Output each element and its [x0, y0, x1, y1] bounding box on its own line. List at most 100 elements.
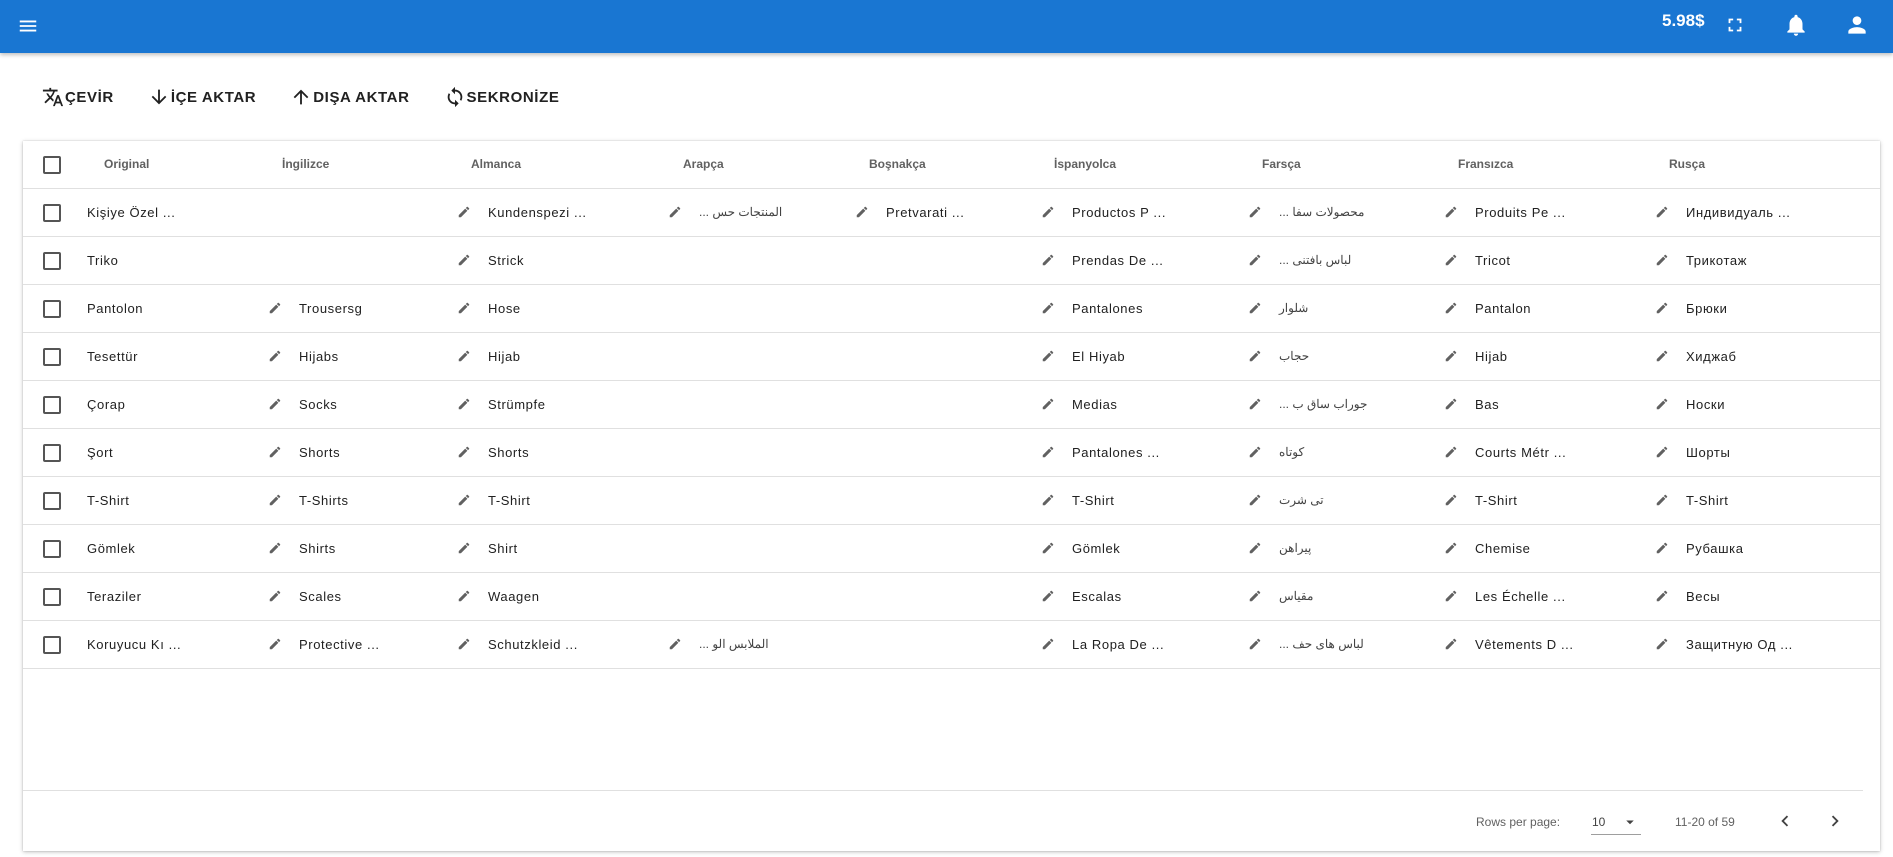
row-checkbox[interactable] [43, 444, 61, 462]
edit-persian-icon[interactable] [1247, 204, 1263, 220]
edit-english-icon[interactable] [267, 300, 283, 316]
edit-spanish-icon[interactable] [1040, 540, 1056, 556]
edit-german-icon[interactable] [456, 492, 472, 508]
edit-persian-icon[interactable] [1247, 540, 1263, 556]
edit-french-icon[interactable] [1443, 492, 1459, 508]
edit-persian-icon[interactable] [1247, 300, 1263, 316]
edit-persian-icon[interactable] [1247, 396, 1263, 412]
edit-persian-icon[interactable] [1247, 636, 1263, 652]
column-header-persian[interactable]: Farsça [1262, 157, 1301, 171]
previous-page-button[interactable] [1771, 807, 1799, 835]
edit-russian-icon[interactable] [1654, 588, 1670, 604]
row-checkbox[interactable] [43, 252, 61, 270]
edit-arabic-icon[interactable] [667, 204, 683, 220]
column-header-english[interactable]: İngilizce [282, 157, 329, 171]
edit-french-icon[interactable] [1443, 204, 1459, 220]
edit-english-icon[interactable] [267, 444, 283, 460]
row-checkbox[interactable] [43, 300, 61, 318]
edit-german-icon[interactable] [456, 348, 472, 364]
export-button[interactable]: DIŞA AKTAR [290, 84, 409, 110]
row-checkbox[interactable] [43, 636, 61, 654]
edit-english-icon[interactable] [267, 636, 283, 652]
edit-german-icon[interactable] [456, 300, 472, 316]
column-header-bosnian[interactable]: Boşnakça [869, 157, 926, 171]
row-checkbox[interactable] [43, 396, 61, 414]
import-button-label: İÇE AKTAR [170, 88, 257, 106]
edit-english-icon[interactable] [267, 396, 283, 412]
cell-english: Trousersg [299, 301, 363, 316]
column-header-french[interactable]: Fransızca [1458, 157, 1513, 171]
edit-russian-icon[interactable] [1654, 396, 1670, 412]
edit-spanish-icon[interactable] [1040, 492, 1056, 508]
translate-button[interactable]: ÇEVİR [42, 84, 114, 110]
edit-spanish-icon[interactable] [1040, 588, 1056, 604]
row-checkbox[interactable] [43, 492, 61, 510]
edit-russian-icon[interactable] [1654, 204, 1670, 220]
rows-per-page-select[interactable]: 10 [1591, 807, 1641, 835]
edit-french-icon[interactable] [1443, 540, 1459, 556]
edit-spanish-icon[interactable] [1040, 636, 1056, 652]
import-button[interactable]: İÇE AKTAR [148, 84, 256, 110]
edit-german-icon[interactable] [456, 252, 472, 268]
edit-german-icon[interactable] [456, 588, 472, 604]
edit-spanish-icon[interactable] [1040, 396, 1056, 412]
cell-english: T-Shirts [299, 493, 349, 508]
column-header-russian[interactable]: Rusça [1669, 157, 1705, 171]
edit-persian-icon[interactable] [1247, 444, 1263, 460]
edit-french-icon[interactable] [1443, 300, 1459, 316]
edit-russian-icon[interactable] [1654, 348, 1670, 364]
cell-english: Shirts [299, 541, 336, 556]
edit-russian-icon[interactable] [1654, 492, 1670, 508]
edit-russian-icon[interactable] [1654, 540, 1670, 556]
rows-per-page-value: 10 [1592, 815, 1606, 829]
edit-persian-icon[interactable] [1247, 252, 1263, 268]
select-all-checkbox[interactable] [43, 156, 61, 174]
edit-german-icon[interactable] [456, 204, 472, 220]
column-header-spanish[interactable]: İspanyolca [1054, 157, 1116, 171]
edit-german-icon[interactable] [456, 396, 472, 412]
edit-persian-icon[interactable] [1247, 348, 1263, 364]
edit-french-icon[interactable] [1443, 252, 1459, 268]
edit-german-icon[interactable] [456, 636, 472, 652]
column-header-original[interactable]: Original [104, 157, 149, 171]
edit-russian-icon[interactable] [1654, 300, 1670, 316]
row-checkbox[interactable] [43, 588, 61, 606]
table-row: Koruyucu Kı ... Protective ... Schutzkleid… [23, 621, 1880, 669]
edit-persian-icon[interactable] [1247, 588, 1263, 604]
edit-english-icon[interactable] [267, 348, 283, 364]
edit-french-icon[interactable] [1443, 348, 1459, 364]
edit-russian-icon[interactable] [1654, 444, 1670, 460]
fullscreen-icon[interactable] [1718, 8, 1752, 42]
edit-spanish-icon[interactable] [1040, 204, 1056, 220]
edit-german-icon[interactable] [456, 444, 472, 460]
edit-spanish-icon[interactable] [1040, 300, 1056, 316]
cell-persian: محصولات سفا ... [1279, 205, 1365, 219]
edit-bosnian-icon[interactable] [854, 204, 870, 220]
edit-spanish-icon[interactable] [1040, 444, 1056, 460]
edit-arabic-icon[interactable] [667, 636, 683, 652]
edit-french-icon[interactable] [1443, 396, 1459, 412]
row-checkbox[interactable] [43, 204, 61, 222]
edit-russian-icon[interactable] [1654, 252, 1670, 268]
edit-spanish-icon[interactable] [1040, 348, 1056, 364]
edit-persian-icon[interactable] [1247, 492, 1263, 508]
edit-russian-icon[interactable] [1654, 636, 1670, 652]
edit-spanish-icon[interactable] [1040, 252, 1056, 268]
account-icon[interactable] [1840, 8, 1874, 42]
column-header-german[interactable]: Almanca [471, 157, 521, 171]
menu-icon[interactable] [14, 12, 42, 40]
edit-french-icon[interactable] [1443, 636, 1459, 652]
edit-english-icon[interactable] [267, 588, 283, 604]
edit-german-icon[interactable] [456, 540, 472, 556]
edit-english-icon[interactable] [267, 540, 283, 556]
sync-button[interactable]: SEKRONİZE [444, 84, 560, 110]
edit-english-icon[interactable] [267, 492, 283, 508]
column-header-arabic[interactable]: Arapça [683, 157, 724, 171]
edit-french-icon[interactable] [1443, 444, 1459, 460]
next-page-button[interactable] [1821, 807, 1849, 835]
row-checkbox[interactable] [43, 540, 61, 558]
notification-bell-icon[interactable] [1779, 8, 1813, 42]
edit-french-icon[interactable] [1443, 588, 1459, 604]
row-checkbox[interactable] [43, 348, 61, 366]
table-row: Triko Strick Prendas De ... لباس بافتنی ...… [23, 237, 1880, 285]
